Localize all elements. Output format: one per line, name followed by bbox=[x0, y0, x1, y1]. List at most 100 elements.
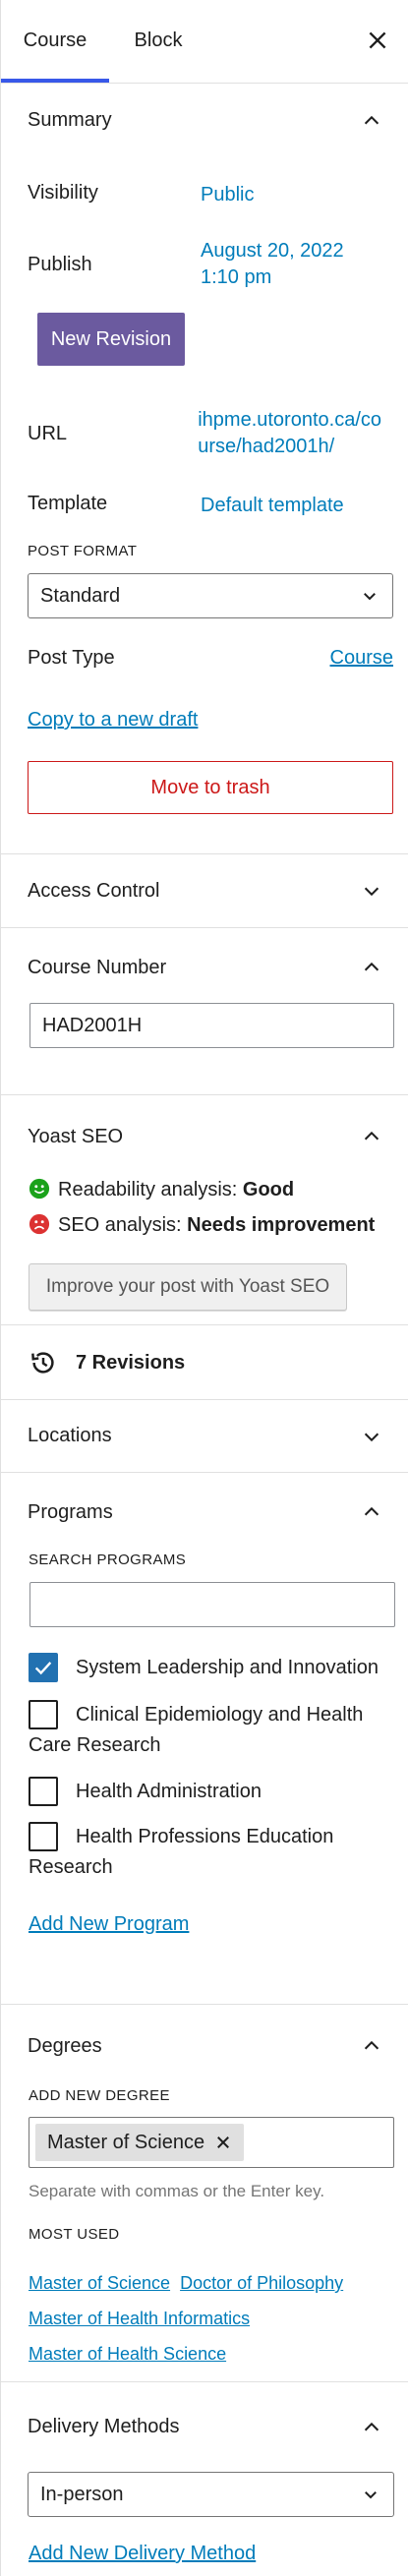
checkbox[interactable] bbox=[29, 1777, 58, 1806]
most-used-degree[interactable]: Master of Science bbox=[29, 2273, 170, 2293]
course-settings-sidebar: Course Block Summary Visibility Public P… bbox=[0, 0, 408, 2576]
post-type-link[interactable]: Course bbox=[330, 647, 393, 670]
url-row: URL ihpme.utoronto.ca/co urse/had2001h/ bbox=[1, 407, 408, 460]
summary-toggle[interactable]: Summary bbox=[1, 84, 408, 157]
access-control-toggle[interactable]: Access Control bbox=[1, 854, 408, 927]
revisions-link[interactable]: 7 Revisions bbox=[1, 1325, 408, 1400]
chevron-up-icon bbox=[364, 1131, 379, 1141]
search-programs-label: SEARCH PROGRAMS bbox=[29, 1551, 187, 1568]
close-icon[interactable] bbox=[365, 28, 390, 53]
bad-face-icon bbox=[29, 1213, 50, 1235]
course-number-value: HAD2001H bbox=[42, 1014, 143, 1036]
degrees-title: Degrees bbox=[28, 2034, 102, 2057]
program-label: System Leadership and Innovation bbox=[76, 1657, 379, 1678]
url-link[interactable]: ihpme.utoronto.ca/co urse/had2001h/ bbox=[198, 407, 381, 460]
url-line-2: urse/had2001h/ bbox=[198, 436, 335, 457]
program-item[interactable]: Health Administration bbox=[1, 1777, 408, 1807]
delivery-methods-title: Delivery Methods bbox=[28, 2416, 180, 2437]
programs-title: Programs bbox=[28, 1500, 113, 1523]
locations-panel: Locations bbox=[1, 1400, 408, 1473]
url-line-1: ihpme.utoronto.ca/co bbox=[198, 409, 381, 431]
yoast-seo-toggle[interactable]: Yoast SEO bbox=[1, 1095, 408, 1178]
visibility-label: Visibility bbox=[28, 182, 98, 204]
seo-analysis-row: SEO analysis: Needs improvement bbox=[1, 1213, 408, 1237]
delivery-methods-toggle[interactable]: Delivery Methods bbox=[1, 2382, 408, 2472]
checkbox-checked[interactable] bbox=[29, 1653, 58, 1682]
degrees-panel: Degrees ADD NEW DEGREE Master of Science… bbox=[1, 2005, 408, 2382]
delivery-methods-panel: Delivery Methods In-person Add New Deliv… bbox=[1, 2382, 408, 2565]
chevron-up-icon bbox=[364, 1506, 379, 1516]
search-programs-input[interactable] bbox=[29, 1582, 395, 1627]
most-used-label: MOST USED bbox=[29, 2226, 120, 2243]
course-number-input[interactable]: HAD2001H bbox=[29, 1003, 394, 1048]
program-item[interactable]: Health Professions Education Research bbox=[1, 1822, 408, 1883]
chevron-up-icon bbox=[364, 2040, 379, 2050]
post-format-value: Standard bbox=[40, 584, 121, 607]
access-control-panel: Access Control bbox=[1, 854, 408, 928]
readability-row: Readability analysis: Good bbox=[1, 1178, 408, 1201]
add-new-delivery-method-link[interactable]: Add New Delivery Method bbox=[29, 2543, 256, 2564]
access-control-title: Access Control bbox=[28, 879, 160, 902]
degree-token: Master of Science bbox=[35, 2124, 245, 2161]
visibility-value[interactable]: Public bbox=[201, 182, 254, 208]
most-used-degree[interactable]: Master of Health Science bbox=[29, 2344, 226, 2364]
program-item[interactable]: Clinical Epidemiology and Health Care Re… bbox=[1, 1700, 408, 1761]
seo-analysis-value: Needs improvement bbox=[187, 1214, 376, 1236]
add-new-degree-label: ADD NEW DEGREE bbox=[29, 2087, 170, 2104]
publish-date-link[interactable]: August 20, 2022 1:10 pm bbox=[201, 238, 344, 291]
seo-analysis-label: SEO analysis: bbox=[58, 1214, 182, 1236]
degree-help-text: Separate with commas or the Enter key. bbox=[29, 2182, 325, 2200]
chevron-up-icon bbox=[364, 2422, 379, 2430]
programs-panel: Programs SEARCH PROGRAMS System Leadersh… bbox=[1, 1473, 408, 2005]
most-used-degree[interactable]: Master of Health Informatics bbox=[29, 2309, 250, 2328]
program-item[interactable]: System Leadership and Innovation bbox=[1, 1653, 408, 1683]
most-used-degree[interactable]: Doctor of Philosophy bbox=[180, 2273, 343, 2293]
degree-token-field[interactable]: Master of Science bbox=[29, 2117, 394, 2168]
template-row: Template Default template bbox=[1, 493, 408, 519]
checkbox[interactable] bbox=[29, 1700, 58, 1729]
copy-to-draft-link[interactable]: Copy to a new draft bbox=[28, 709, 198, 731]
chevron-down-icon bbox=[364, 1433, 379, 1441]
yoast-seo-panel: Yoast SEO Readability analysis: Good SEO… bbox=[1, 1095, 408, 1325]
summary-panel: Summary Visibility Public Publish August… bbox=[1, 84, 408, 854]
template-label: Template bbox=[28, 493, 108, 514]
tab-block[interactable]: Block bbox=[109, 0, 207, 83]
yoast-seo-title: Yoast SEO bbox=[28, 1125, 124, 1147]
delivery-method-value: In-person bbox=[40, 2483, 124, 2505]
degrees-toggle[interactable]: Degrees bbox=[1, 2005, 408, 2087]
course-number-toggle[interactable]: Course Number bbox=[1, 928, 408, 1007]
readability-value: Good bbox=[242, 1179, 295, 1200]
tab-course[interactable]: Course bbox=[1, 0, 109, 83]
readability-label: Readability analysis: bbox=[58, 1179, 238, 1200]
checkmark-icon bbox=[34, 1662, 52, 1675]
visibility-row: Visibility Public bbox=[1, 182, 408, 208]
post-type-label: Post Type bbox=[28, 647, 115, 669]
summary-title: Summary bbox=[28, 109, 112, 131]
course-number-panel: Course Number HAD2001H bbox=[1, 928, 408, 1095]
most-used-list: Master of Science Doctor of Philosophy M… bbox=[29, 2265, 394, 2371]
course-number-title: Course Number bbox=[28, 956, 167, 978]
improve-yoast-button[interactable]: Improve your post with Yoast SEO bbox=[29, 1263, 347, 1311]
chevron-down-icon bbox=[365, 2491, 377, 2499]
template-value[interactable]: Default template bbox=[201, 493, 344, 519]
checkbox[interactable] bbox=[29, 1822, 58, 1851]
delivery-method-select[interactable]: In-person bbox=[28, 2472, 394, 2517]
publish-row: Publish August 20, 2022 1:10 pm bbox=[1, 238, 408, 291]
chevron-up-icon bbox=[364, 115, 379, 124]
remove-token-icon[interactable] bbox=[214, 2134, 232, 2151]
revisions-panel: 7 Revisions bbox=[1, 1325, 408, 1400]
locations-toggle[interactable]: Locations bbox=[1, 1400, 408, 1472]
url-label: URL bbox=[28, 422, 68, 444]
degree-token-label: Master of Science bbox=[47, 2131, 205, 2153]
history-icon bbox=[31, 1352, 54, 1374]
post-format-select[interactable]: Standard bbox=[28, 573, 393, 618]
post-type-row: Post Type Course bbox=[1, 647, 408, 670]
new-revision-button[interactable]: New Revision bbox=[37, 313, 185, 366]
programs-toggle[interactable]: Programs bbox=[1, 1473, 408, 1551]
locations-title: Locations bbox=[28, 1425, 112, 1446]
sidebar-tabs: Course Block bbox=[1, 0, 408, 84]
add-new-program-link[interactable]: Add New Program bbox=[29, 1913, 189, 1935]
chevron-down-icon bbox=[364, 887, 379, 897]
move-to-trash-button[interactable]: Move to trash bbox=[28, 761, 393, 814]
revisions-label: 7 Revisions bbox=[76, 1351, 186, 1374]
